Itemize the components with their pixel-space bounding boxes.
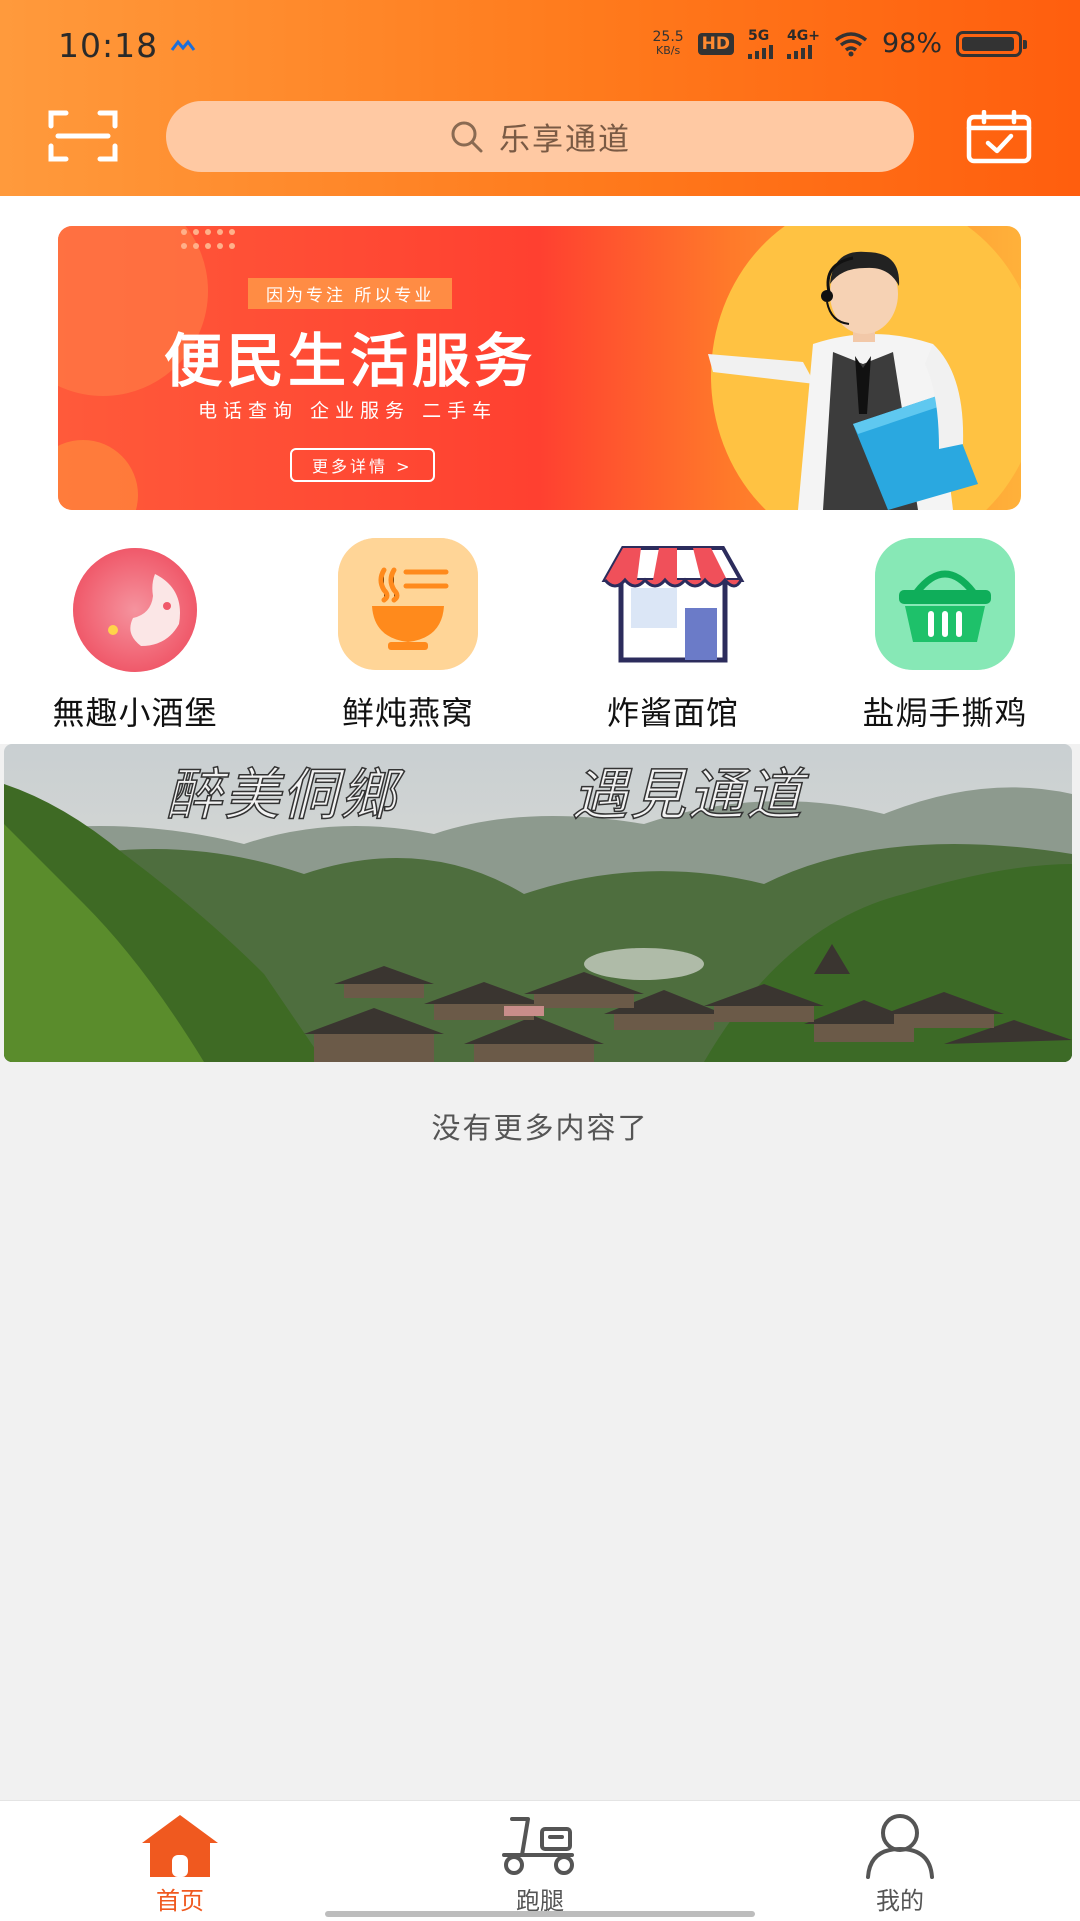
tab-label: 我的 xyxy=(876,1887,924,1915)
status-indicators: 25.5 KB/s HD 5G 4G+ 98% xyxy=(653,27,1027,59)
banner-tagline: 因为专注 所以专业 xyxy=(248,278,453,309)
mountain-village-illustration xyxy=(4,744,1072,1062)
tab-profile[interactable]: 我的 xyxy=(820,1811,980,1916)
category-item[interactable]: 炸酱面馆 xyxy=(553,534,793,734)
banner-title: 便民生活服务 xyxy=(164,327,537,395)
category-label: 無趣小酒堡 xyxy=(52,694,218,732)
signal-bars-icon xyxy=(787,43,813,59)
category-label: 盐焗手撕鸡 xyxy=(862,694,1028,732)
service-agent-illustration xyxy=(708,251,978,510)
banner-detail-button[interactable]: 更多详情 > xyxy=(290,448,435,482)
hd-voice-badge: HD xyxy=(697,32,735,55)
speed-value: 25.5 xyxy=(652,28,684,45)
network-speed: 25.5 KB/s xyxy=(653,30,684,58)
status-time: 10:18 xyxy=(58,26,159,65)
category-grid: 無趣小酒堡 鲜炖燕窝 炸酱面馆 盐焗手撕鸡 xyxy=(0,534,1080,734)
landscape-banner[interactable]: 醉美侗鄉 遇見通道 xyxy=(4,744,1072,1062)
sim1-signal: 5G xyxy=(748,27,774,59)
network-activity-icon xyxy=(170,39,196,51)
sim2-label: 4G+ xyxy=(787,27,820,44)
calendar-check-icon[interactable] xyxy=(966,110,1032,164)
lips-icon xyxy=(73,548,197,672)
scan-icon[interactable] xyxy=(48,108,118,164)
status-bar: 10:18 25.5 KB/s HD 5G 4G+ 98% xyxy=(0,0,1080,96)
home-icon xyxy=(142,1815,218,1877)
bottom-tab-bar: 首页 跑腿 我的 xyxy=(0,1800,1080,1921)
user-icon xyxy=(866,1814,934,1879)
search-icon xyxy=(451,121,483,152)
landscape-caption-right: 遇見通道 xyxy=(571,762,804,829)
storefront-icon xyxy=(601,546,745,663)
speed-unit: KB/s xyxy=(655,43,681,57)
scooter-icon xyxy=(502,1817,574,1875)
category-label: 炸酱面馆 xyxy=(606,694,739,732)
battery-icon xyxy=(956,30,1027,57)
category-item[interactable]: 鲜炖燕窝 xyxy=(288,534,528,734)
search-bar[interactable]: 乐享通道 xyxy=(166,101,914,172)
feed-end-text: 没有更多内容了 xyxy=(431,1111,649,1145)
banner-subtitle: 电话查询 企业服务 二手车 xyxy=(198,400,498,422)
battery-percent: 98% xyxy=(881,28,942,59)
category-item[interactable]: 無趣小酒堡 xyxy=(15,534,255,734)
dots-decoration xyxy=(181,229,235,249)
signal-bars-icon xyxy=(748,43,774,59)
home-indicator[interactable] xyxy=(325,1911,755,1917)
search-placeholder: 乐享通道 xyxy=(499,122,631,158)
category-item[interactable]: 盐焗手撕鸡 xyxy=(825,534,1065,734)
sim2-signal: 4G+ xyxy=(787,29,820,59)
noodle-bowl-icon xyxy=(338,538,478,670)
landscape-caption-left: 醉美侗鄉 xyxy=(165,762,398,829)
wifi-icon xyxy=(834,31,868,56)
basket-icon xyxy=(875,538,1015,670)
promo-banner[interactable]: 因为专注 所以专业 便民生活服务 电话查询 企业服务 二手车 更多详情 > xyxy=(58,226,1021,510)
tab-label: 首页 xyxy=(156,1887,204,1915)
sim1-label: 5G xyxy=(748,27,770,44)
top-header: 10:18 25.5 KB/s HD 5G 4G+ 98% 乐享通道 xyxy=(0,0,1080,196)
tab-home[interactable]: 首页 xyxy=(100,1811,260,1916)
category-label: 鲜炖燕窝 xyxy=(341,694,474,732)
tab-errand[interactable]: 跑腿 xyxy=(460,1811,620,1916)
